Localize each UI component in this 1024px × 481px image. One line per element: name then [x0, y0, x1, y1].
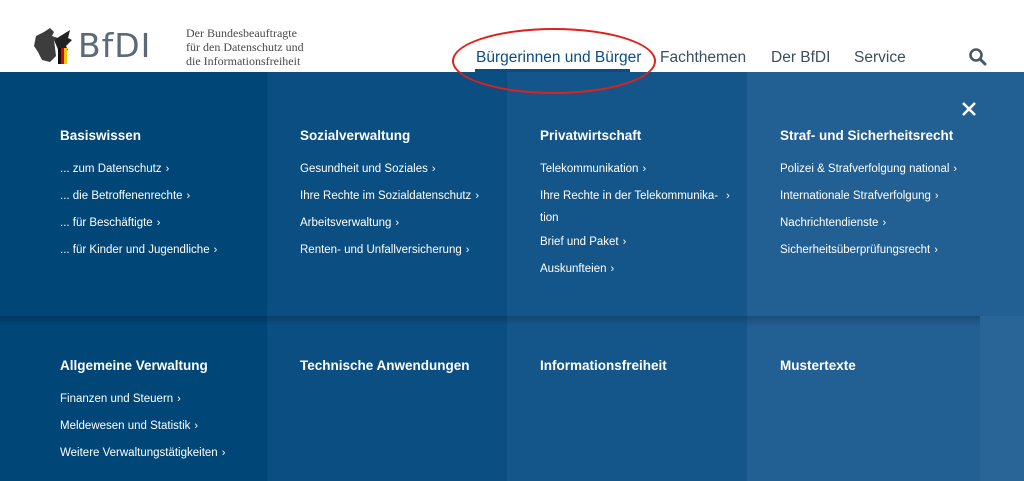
- tagline-line: die Informationsfreiheit: [186, 54, 301, 68]
- menu-link[interactable]: Finanzen und Steuern ›: [60, 386, 225, 413]
- nav-item-service[interactable]: Service: [854, 49, 906, 67]
- logo-tagline: Der Bundesbeauftragte für den Datenschut…: [186, 26, 304, 68]
- chevron-right-icon: ›: [177, 393, 181, 405]
- mega-menu: Basiswissen ... zum Datenschutz › ... die…: [0, 72, 1024, 481]
- site-header: BfDI Der Bundesbeauftragte für den Daten…: [0, 0, 1024, 72]
- menu-link[interactable]: Nachrichtendienste ›: [780, 210, 957, 237]
- menu-edge-strip: [980, 316, 1024, 481]
- link-label: ... zum Datenschutz: [60, 163, 162, 175]
- chevron-right-icon: ›: [165, 163, 170, 175]
- menu-link[interactable]: Meldewesen und Statistik ›: [60, 413, 225, 440]
- link-label: Ihre Rechte im Sozialdatenschutz: [300, 190, 472, 202]
- search-icon[interactable]: [968, 47, 988, 67]
- nav-item-buergerinnen-und-buerger[interactable]: Bürgerinnen und Bürger: [476, 49, 641, 67]
- section-links: Gesundheit und Soziales › Ihre Rechte im …: [300, 156, 479, 264]
- section-title[interactable]: Allgemeine Verwaltung: [60, 356, 225, 376]
- chevron-right-icon: ›: [642, 163, 647, 175]
- menu-link[interactable]: Sicherheitsüberprüfungsrecht ›: [780, 237, 957, 264]
- chevron-right-icon: ›: [726, 190, 730, 202]
- menu-link[interactable]: ... für Kinder und Jugendliche ›: [60, 237, 217, 264]
- menu-section-privatwirtschaft: Privatwirtschaft Telekommunikation › Ihre…: [540, 126, 730, 283]
- section-title[interactable]: Mustertexte: [780, 356, 856, 376]
- chevron-right-icon: ›: [622, 236, 627, 248]
- section-title[interactable]: Informationsfreiheit: [540, 356, 667, 376]
- link-label: Nachrichtendienste: [780, 217, 879, 229]
- menu-link[interactable]: Weitere Verwaltungstätigkeiten ›: [60, 440, 225, 467]
- section-title[interactable]: Privatwirtschaft: [540, 126, 730, 146]
- chevron-right-icon: ›: [475, 190, 479, 202]
- chevron-right-icon: ›: [465, 244, 470, 256]
- chevron-right-icon: ›: [156, 217, 161, 229]
- menu-section-mustertexte: Mustertexte: [780, 356, 856, 376]
- menu-section-informationsfreiheit: Informationsfreiheit: [540, 356, 667, 376]
- chevron-right-icon: ›: [194, 420, 199, 432]
- menu-link[interactable]: Auskunfteien ›: [540, 256, 730, 283]
- menu-section-allgemeine-verwaltung: Allgemeine Verwaltung Finanzen und Steue…: [60, 356, 225, 467]
- section-title[interactable]: Technische Anwendungen: [300, 356, 470, 376]
- menu-link[interactable]: Polizei & Strafverfolgung national ›: [780, 156, 957, 183]
- menu-link[interactable]: Arbeitsverwaltung ›: [300, 210, 479, 237]
- chevron-right-icon: ›: [882, 217, 887, 229]
- link-label: Auskunfteien: [540, 263, 607, 275]
- chevron-right-icon: ›: [610, 263, 615, 275]
- bfdi-logo[interactable]: BfDI: [30, 26, 180, 68]
- close-icon[interactable]: [961, 101, 977, 117]
- link-label: Meldewesen und Statistik: [60, 420, 191, 432]
- tagline-line: für den Datenschutz und: [186, 40, 304, 54]
- section-title[interactable]: Sozialverwaltung: [300, 126, 479, 146]
- link-label: Ihre Rechte in der Telekommunika-: [540, 190, 719, 202]
- menu-link[interactable]: Ihre Rechte in der Telekommunika- › tion: [540, 183, 730, 229]
- chevron-right-icon: ›: [431, 163, 436, 175]
- menu-section-straf-und-sicherheitsrecht: Straf- und Sicherheitsrecht Polizei & St…: [780, 126, 957, 264]
- link-label: Telekommunikation: [540, 163, 639, 175]
- chevron-right-icon: ›: [186, 190, 191, 202]
- menu-link[interactable]: ... die Betroffenenrechte ›: [60, 183, 217, 210]
- menu-section-sozialverwaltung: Sozialverwaltung Gesundheit und Soziales…: [300, 126, 479, 264]
- link-label-continuation: tion: [540, 212, 559, 224]
- chevron-right-icon: ›: [953, 163, 958, 175]
- section-title[interactable]: Straf- und Sicherheitsrecht: [780, 126, 957, 146]
- section-links: Finanzen und Steuern › Meldewesen und Sta…: [60, 386, 225, 467]
- menu-link[interactable]: Telekommunikation ›: [540, 156, 730, 183]
- chevron-right-icon: ›: [221, 447, 226, 459]
- nav-item-fachthemen[interactable]: Fachthemen: [660, 49, 746, 67]
- menu-link[interactable]: Internationale Strafverfolgung ›: [780, 183, 957, 210]
- section-links: Telekommunikation › Ihre Rechte in der Te…: [540, 156, 730, 283]
- link-label: Gesundheit und Soziales: [300, 163, 428, 175]
- section-links: Polizei & Strafverfolgung national › Inte…: [780, 156, 957, 264]
- federal-eagle-icon: [34, 28, 72, 64]
- section-title[interactable]: Basiswissen: [60, 126, 217, 146]
- link-label: Finanzen und Steuern: [60, 393, 174, 405]
- link-label: ... für Kinder und Jugendliche: [60, 244, 210, 256]
- chevron-right-icon: ›: [934, 190, 939, 202]
- menu-link[interactable]: Ihre Rechte im Sozialdatenschutz ›: [300, 183, 479, 210]
- row-divider: [0, 316, 980, 326]
- link-label: Internationale Strafverfolgung: [780, 190, 931, 202]
- link-label: Arbeitsverwaltung: [300, 217, 392, 229]
- menu-link[interactable]: ... für Beschäftigte ›: [60, 210, 217, 237]
- link-label: ... die Betroffenenrechte: [60, 190, 183, 202]
- menu-link[interactable]: Gesundheit und Soziales ›: [300, 156, 479, 183]
- menu-link[interactable]: Renten- und Unfallversicherung ›: [300, 237, 479, 264]
- link-label: Sicherheitsüberprüfungsrecht: [780, 244, 931, 256]
- menu-section-technische-anwendungen: Technische Anwendungen: [300, 356, 470, 376]
- menu-link[interactable]: ... zum Datenschutz ›: [60, 156, 217, 183]
- section-links: ... zum Datenschutz › ... die Betroffenen…: [60, 156, 217, 264]
- link-label: Brief und Paket: [540, 236, 619, 248]
- chevron-right-icon: ›: [213, 244, 218, 256]
- link-label: Weitere Verwaltungstätigkeiten: [60, 447, 218, 459]
- link-label: Polizei & Strafverfolgung national: [780, 163, 950, 175]
- chevron-right-icon: ›: [934, 244, 938, 256]
- link-label: Renten- und Unfallversicherung: [300, 244, 462, 256]
- menu-section-basiswissen: Basiswissen ... zum Datenschutz › ... die…: [60, 126, 217, 264]
- chevron-right-icon: ›: [395, 217, 400, 229]
- logo-wordmark: BfDI: [78, 26, 152, 65]
- nav-item-der-bfdi[interactable]: Der BfDI: [771, 49, 830, 67]
- link-label: ... für Beschäftigte: [60, 217, 153, 229]
- menu-link[interactable]: Brief und Paket ›: [540, 229, 730, 256]
- tagline-line: Der Bundesbeauftragte: [186, 26, 297, 40]
